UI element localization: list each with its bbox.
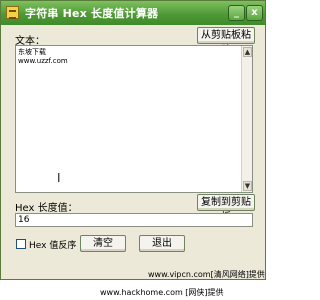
copy-to-clipboard-button[interactable]: 复制到剪贴板: [197, 194, 255, 223]
hex-length-field[interactable]: 16: [15, 213, 253, 227]
text-content: 东坡下载 www.uzzf.com: [18, 48, 68, 66]
text-cursor-icon: I: [57, 171, 61, 185]
hex-length-label: Hex 长度值：: [15, 203, 78, 214]
close-button[interactable]: x: [246, 5, 263, 21]
exit-button[interactable]: 退出: [139, 235, 185, 252]
watermark-vipcn: www.vipcn.com[清风网络]提供: [148, 270, 265, 279]
text-line: 东坡下载: [18, 48, 46, 56]
scroll-down-icon[interactable]: ▼: [243, 181, 252, 191]
app-window: 字符串 Hex 长度值计算器 _ x 文本： 从剪贴板粘贴 东坡下载 www.u…: [0, 0, 266, 280]
minimize-button[interactable]: _: [228, 5, 245, 21]
app-icon: [6, 6, 19, 19]
clear-button[interactable]: 清空: [80, 235, 126, 252]
reverse-hex-checkbox[interactable]: [16, 239, 26, 249]
paste-from-clipboard-button[interactable]: 从剪贴板粘贴: [197, 27, 255, 56]
text-input-area[interactable]: 东坡下载 www.uzzf.com I ▲ ▼: [15, 45, 253, 193]
vertical-scrollbar[interactable]: ▲ ▼: [241, 46, 252, 192]
window-title: 字符串 Hex 长度值计算器: [25, 7, 159, 20]
watermark-hackhome: www.hackhome.com [网侠]提供: [100, 288, 224, 297]
reverse-hex-label[interactable]: Hex 值反序: [29, 238, 76, 251]
scroll-up-icon[interactable]: ▲: [243, 47, 252, 57]
title-bar[interactable]: 字符串 Hex 长度值计算器 _ x: [1, 1, 265, 25]
text-line: www.uzzf.com: [18, 57, 68, 65]
